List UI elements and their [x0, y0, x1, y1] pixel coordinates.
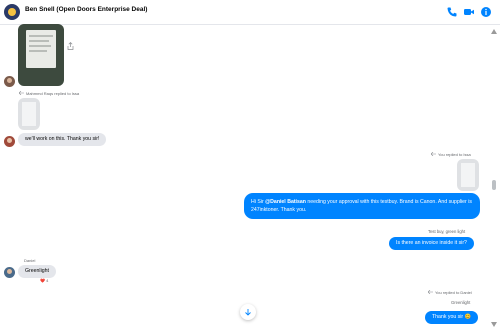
reply-note: You replied to Issa: [438, 152, 471, 157]
reply-icon: [428, 290, 433, 294]
scroll-to-bottom-button[interactable]: [240, 304, 256, 320]
avatar[interactable]: [4, 4, 20, 20]
reply-note: Mahmmd Raqs replied to Issa: [26, 91, 80, 96]
message-bubble[interactable]: Greenlight: [18, 265, 56, 278]
sender-name: Daniel: [24, 258, 36, 263]
scrollbar-thumb[interactable]: [492, 180, 496, 190]
video-icon[interactable]: [463, 6, 475, 18]
reply-icon: [431, 152, 436, 156]
arrow-down-icon: [245, 309, 251, 316]
quoted-image-attachment[interactable]: [457, 159, 479, 191]
quoted-image-attachment[interactable]: [18, 98, 40, 130]
avatar[interactable]: [4, 267, 15, 278]
share-icon[interactable]: [67, 42, 74, 50]
message-bubble[interactable]: we'll work on this. Thank you sir!: [18, 133, 107, 146]
image-attachment[interactable]: [18, 24, 64, 86]
info-icon[interactable]: [480, 6, 492, 18]
avatar[interactable]: [4, 136, 15, 147]
quoted-message: Test buy, green light: [428, 229, 466, 234]
reply-icon: [19, 91, 24, 95]
phone-icon[interactable]: [446, 6, 458, 18]
reply-note: You replied to Daniel: [435, 290, 472, 295]
reaction[interactable]: ❤️ 4: [40, 278, 48, 283]
page-title[interactable]: Ben Snell (Open Doors Enterprise Deal): [25, 6, 147, 13]
scroll-down-arrow[interactable]: [491, 322, 497, 327]
message-bubble[interactable]: Thank you sir 😊: [425, 311, 479, 324]
message-bubble[interactable]: Is there an invoice inside it sir?: [389, 237, 474, 250]
message-text: Hi Sir: [251, 199, 266, 205]
quoted-message: Greenlight: [451, 300, 471, 305]
message-bubble[interactable]: Hi Sir @Daniel Batisan needing your appr…: [244, 193, 480, 219]
avatar[interactable]: [4, 76, 15, 87]
scrollbar[interactable]: [492, 28, 496, 324]
mention[interactable]: @Daniel Batisan: [265, 199, 306, 205]
chat-header: Ben Snell (Open Doors Enterprise Deal): [0, 0, 500, 25]
